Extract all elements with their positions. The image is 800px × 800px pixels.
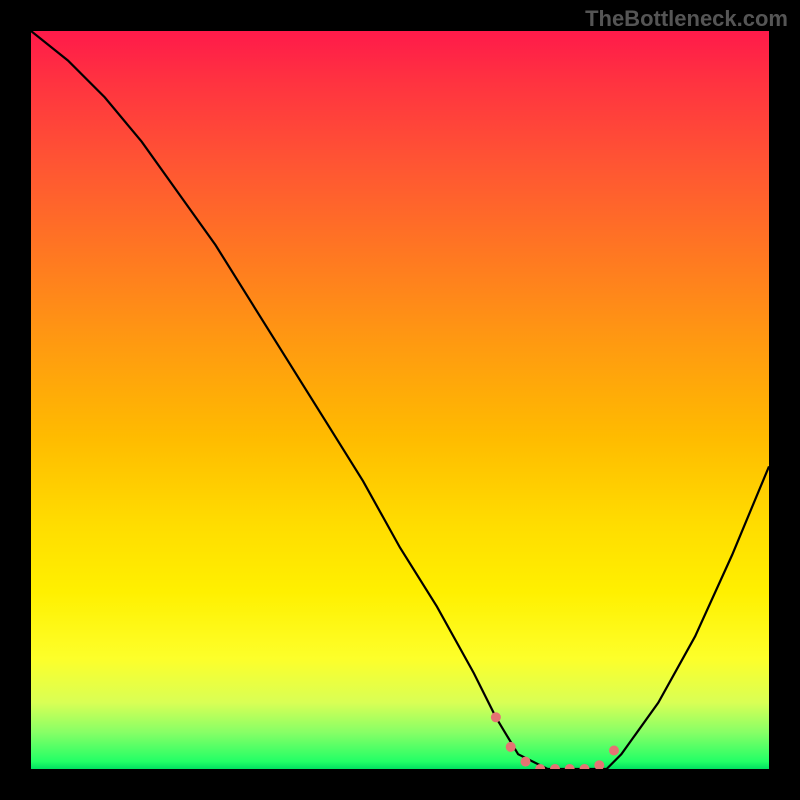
marker-dot [565,764,575,769]
marker-dot [594,760,604,769]
curve-path [31,31,769,769]
marker-dot [609,746,619,756]
marker-dot [521,757,531,767]
watermark-text: TheBottleneck.com [585,6,788,32]
marker-dot [491,712,501,722]
marker-dot [580,764,590,769]
plot-area [31,31,769,769]
marker-dot [550,764,560,769]
marker-dot [506,742,516,752]
chart-svg [31,31,769,769]
chart-container: TheBottleneck.com [0,0,800,800]
